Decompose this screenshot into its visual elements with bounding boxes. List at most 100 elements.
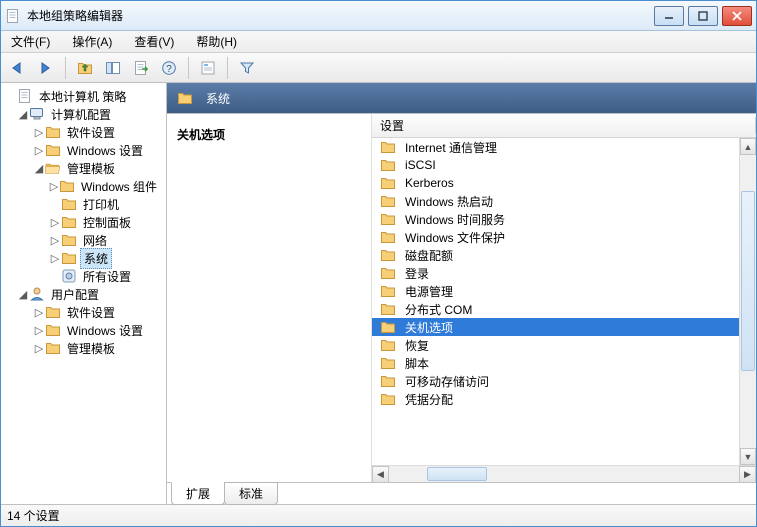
- folder-icon: [45, 124, 61, 140]
- tree-windows-settings[interactable]: Windows 设置: [64, 141, 146, 160]
- folder-open-icon: [45, 160, 61, 176]
- list-item[interactable]: 登录: [372, 264, 739, 282]
- list-item[interactable]: 关机选项: [372, 318, 739, 336]
- list-item-label: 电源管理: [405, 283, 453, 300]
- properties-button[interactable]: [195, 56, 221, 80]
- toolbar: ?: [1, 53, 756, 83]
- back-button[interactable]: [5, 56, 31, 80]
- list-item[interactable]: 可移动存储访问: [372, 372, 739, 390]
- folder-icon: [380, 247, 396, 263]
- close-button[interactable]: [722, 6, 752, 26]
- scroll-right-icon[interactable]: ▶: [739, 466, 756, 483]
- forward-button[interactable]: [33, 56, 59, 80]
- list-item[interactable]: 分布式 COM: [372, 300, 739, 318]
- app-icon: [5, 8, 21, 24]
- expander-icon[interactable]: ▷: [49, 180, 59, 193]
- show-hide-tree-button[interactable]: [100, 56, 126, 80]
- folder-icon: [380, 301, 396, 317]
- vertical-scrollbar[interactable]: ▲ ▼: [739, 138, 756, 465]
- expander-icon[interactable]: ▷: [49, 234, 61, 247]
- expander-icon[interactable]: ▷: [49, 216, 61, 229]
- expander-icon[interactable]: ◢: [33, 162, 45, 175]
- list-item[interactable]: Kerberos: [372, 174, 739, 192]
- pc-icon: [29, 106, 45, 122]
- expander-icon[interactable]: ▷: [33, 306, 45, 319]
- expander-icon[interactable]: ▷: [49, 252, 61, 265]
- list-item[interactable]: 磁盘配额: [372, 246, 739, 264]
- separator-icon: [188, 57, 189, 79]
- tree-user-windows[interactable]: Windows 设置: [64, 321, 146, 340]
- tree-all-settings[interactable]: 所有设置: [80, 267, 134, 286]
- folder-icon: [380, 157, 396, 173]
- folder-icon: [380, 265, 396, 281]
- list-item-label: 凭据分配: [405, 391, 453, 408]
- scroll-down-icon[interactable]: ▼: [740, 448, 756, 465]
- tab-standard[interactable]: 标准: [224, 482, 278, 505]
- menu-view[interactable]: 查看(V): [130, 31, 178, 52]
- titlebar: 本地组策略编辑器: [1, 1, 756, 31]
- detail-list-pane: 设置 Internet 通信管理iSCSIKerberosWindows 热启动…: [371, 114, 756, 482]
- list-item[interactable]: Windows 时间服务: [372, 210, 739, 228]
- tree-windows-components[interactable]: Windows 组件: [78, 177, 160, 196]
- tree-user-config[interactable]: 用户配置: [48, 285, 102, 304]
- status-count: 14 个设置: [7, 507, 60, 524]
- expander-icon[interactable]: ▷: [33, 342, 45, 355]
- tree-system[interactable]: 系统: [80, 248, 112, 269]
- tree-control-panel[interactable]: 控制面板: [80, 213, 134, 232]
- folder-icon: [61, 214, 77, 230]
- client-area: 本地计算机 策略 ◢计算机配置 ▷软件设置 ▷Windows 设置 ◢管理模板 …: [1, 83, 756, 504]
- window: 本地组策略编辑器 文件(F) 操作(A) 查看(V) 帮助(H) ? 本地计算机…: [0, 0, 757, 527]
- list-item[interactable]: Windows 文件保护: [372, 228, 739, 246]
- filter-button[interactable]: [234, 56, 260, 80]
- list-item[interactable]: 脚本: [372, 354, 739, 372]
- tree-root[interactable]: 本地计算机 策略: [36, 87, 129, 106]
- detail-heading: 关机选项: [177, 126, 361, 143]
- expander-icon[interactable]: ▷: [33, 324, 45, 337]
- tree-software-settings[interactable]: 软件设置: [64, 123, 118, 142]
- list-item[interactable]: 电源管理: [372, 282, 739, 300]
- settings-list: Internet 通信管理iSCSIKerberosWindows 热启动Win…: [372, 138, 739, 465]
- list-item-label: 恢复: [405, 337, 429, 354]
- folder-icon: [380, 319, 396, 335]
- folder-icon: [380, 175, 396, 191]
- tab-extension[interactable]: 扩展: [171, 482, 225, 505]
- tree-admin-templates[interactable]: 管理模板: [64, 159, 118, 178]
- export-list-button[interactable]: [128, 56, 154, 80]
- help-button[interactable]: ?: [156, 56, 182, 80]
- expander-icon[interactable]: ▷: [33, 144, 45, 157]
- folder-icon: [59, 178, 75, 194]
- maximize-button[interactable]: [688, 6, 718, 26]
- tree-computer-config[interactable]: 计算机配置: [48, 105, 114, 124]
- list-item[interactable]: iSCSI: [372, 156, 739, 174]
- menu-file[interactable]: 文件(F): [7, 31, 54, 52]
- folder-icon: [380, 391, 396, 407]
- up-button[interactable]: [72, 56, 98, 80]
- folder-icon: [45, 322, 61, 338]
- folder-icon: [380, 337, 396, 353]
- expander-icon[interactable]: ◢: [17, 108, 29, 121]
- folder-icon: [177, 90, 193, 106]
- list-item[interactable]: 恢复: [372, 336, 739, 354]
- scroll-up-icon[interactable]: ▲: [740, 138, 756, 155]
- list-item[interactable]: Internet 通信管理: [372, 138, 739, 156]
- list-item-label: Windows 热启动: [405, 193, 493, 210]
- expander-icon[interactable]: ▷: [33, 126, 45, 139]
- tree-user-admin[interactable]: 管理模板: [64, 339, 118, 358]
- tree-user-software[interactable]: 软件设置: [64, 303, 118, 322]
- tree-printers[interactable]: 打印机: [80, 195, 122, 214]
- expander-icon[interactable]: ◢: [17, 288, 29, 301]
- minimize-button[interactable]: [654, 6, 684, 26]
- scroll-thumb[interactable]: [741, 191, 755, 371]
- scroll-left-icon[interactable]: ◀: [372, 466, 389, 483]
- folder-icon: [45, 142, 61, 158]
- folder-icon: [45, 340, 61, 356]
- list-item[interactable]: 凭据分配: [372, 390, 739, 408]
- window-title: 本地组策略编辑器: [27, 7, 654, 24]
- column-header-settings[interactable]: 设置: [372, 114, 756, 138]
- scroll-thumb[interactable]: [427, 467, 487, 481]
- status-bar: 14 个设置: [1, 504, 756, 526]
- menu-help[interactable]: 帮助(H): [192, 31, 241, 52]
- list-item[interactable]: Windows 热启动: [372, 192, 739, 210]
- menu-action[interactable]: 操作(A): [68, 31, 116, 52]
- horizontal-scrollbar[interactable]: ◀ ▶: [372, 465, 756, 482]
